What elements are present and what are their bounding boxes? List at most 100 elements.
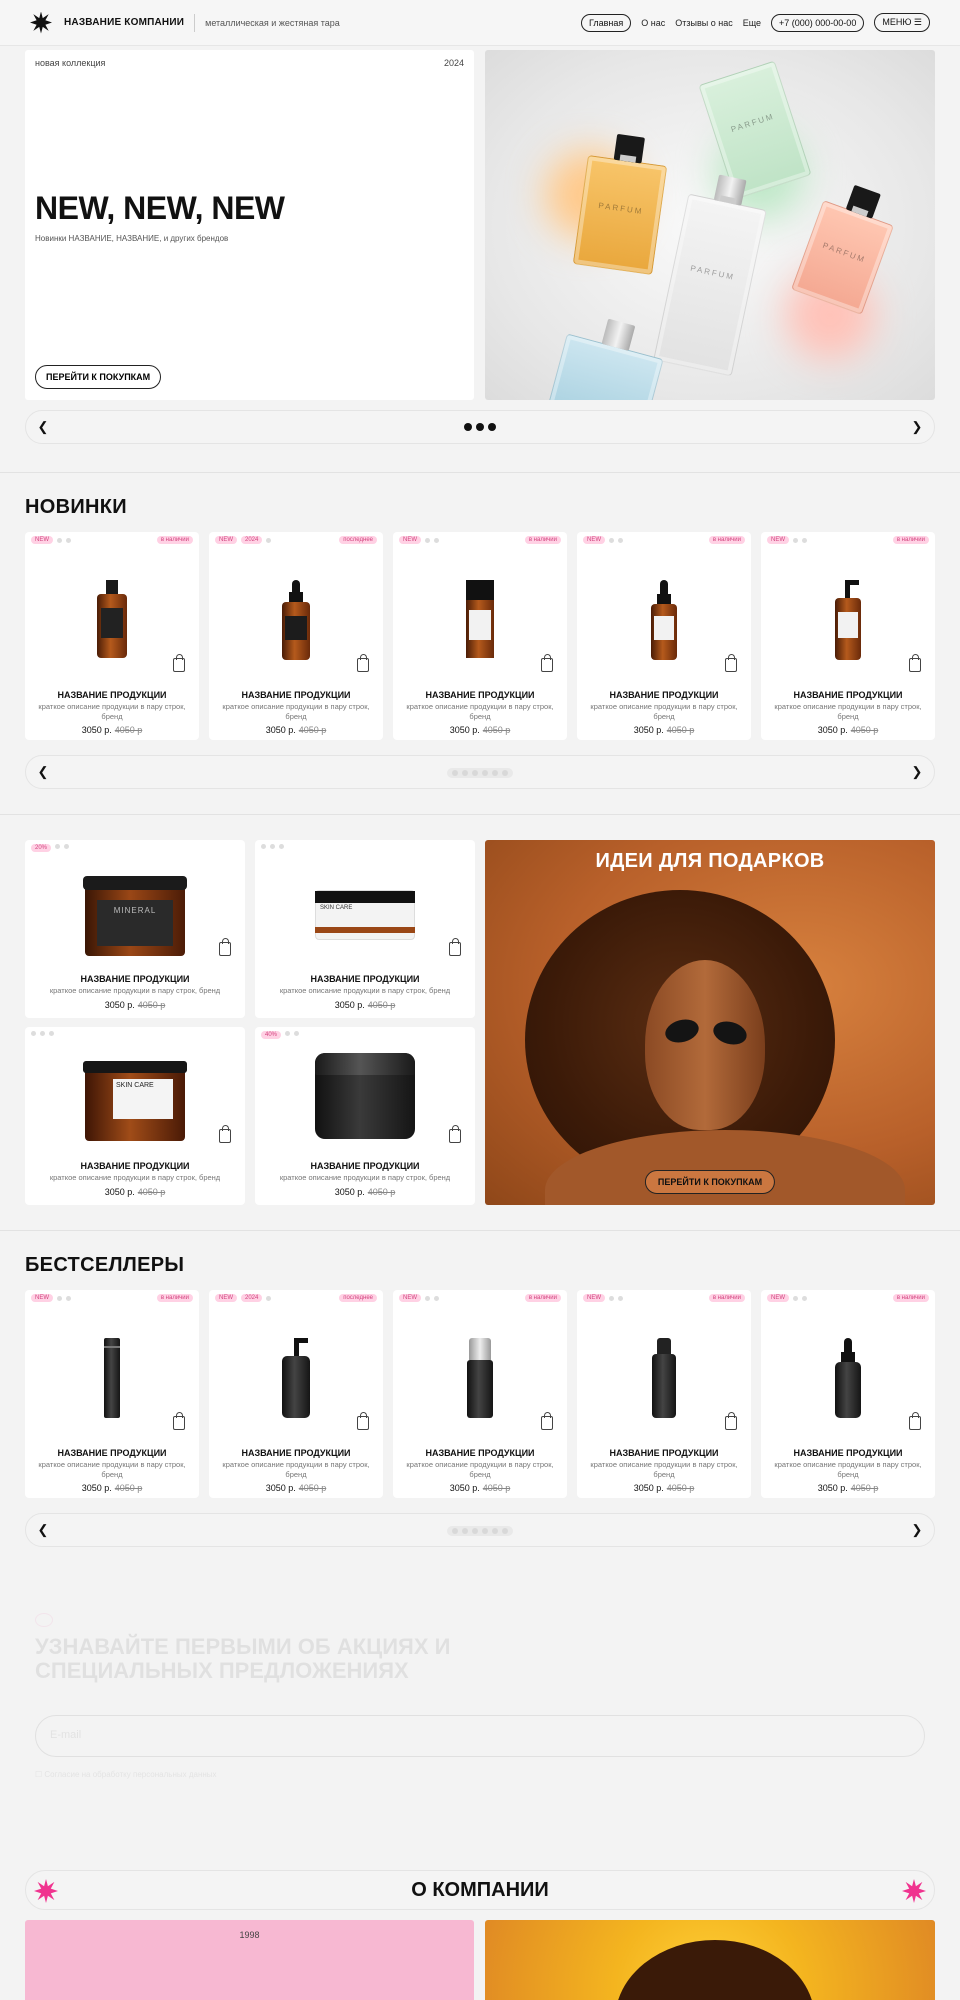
product-card[interactable]: NEW в наличии НАЗВАНИЕ ПРОДУКЦИИ краткое… bbox=[761, 532, 935, 740]
product-card[interactable]: NEW в наличии НАЗВАНИЕ ПРОДУКЦИИ краткое… bbox=[25, 1290, 199, 1498]
pagination-dot[interactable] bbox=[482, 770, 488, 776]
product-price: 3050 р. 4050 р bbox=[633, 1483, 695, 1493]
email-at-icon bbox=[35, 1613, 53, 1627]
product-description: краткое описание продукции в пару строк,… bbox=[49, 986, 221, 995]
site-header: НАЗВАНИЕ КОМПАНИИ металлическая и жестян… bbox=[0, 0, 960, 46]
nav-reviews[interactable]: Отзывы о нас bbox=[675, 18, 732, 28]
pagination-dot[interactable] bbox=[502, 770, 508, 776]
cart-bag-icon[interactable] bbox=[909, 654, 921, 672]
new-badge: NEW bbox=[583, 1294, 605, 1302]
product-name[interactable]: НАЗВАНИЕ ПРОДУКЦИИ bbox=[255, 1161, 475, 1171]
product-card[interactable]: NEW в наличии НАЗВАНИЕ ПРОДУКЦИИ краткое… bbox=[577, 532, 751, 740]
stock-badge: в наличии bbox=[892, 1294, 929, 1302]
pagination-dot[interactable] bbox=[452, 1528, 458, 1534]
pagination-dot[interactable] bbox=[502, 1528, 508, 1534]
pagination-dot[interactable] bbox=[472, 1528, 478, 1534]
product-name[interactable]: НАЗВАНИЕ ПРОДУКЦИИ bbox=[761, 1448, 935, 1458]
gift-shop-button[interactable]: ПЕРЕЙТИ К ПОКУПКАМ bbox=[644, 1170, 776, 1194]
pagination-dot[interactable] bbox=[482, 1528, 488, 1534]
consent-checkbox[interactable]: ☐ Согласие на обработку персональных дан… bbox=[35, 1770, 217, 1779]
pagination-dot[interactable] bbox=[488, 423, 496, 431]
product-price: 3050 р. 4050 р bbox=[449, 725, 511, 735]
pagination-dot[interactable] bbox=[472, 770, 478, 776]
cart-bag-icon[interactable] bbox=[219, 938, 231, 956]
pagination-dot[interactable] bbox=[452, 770, 458, 776]
product-image: MINERAL bbox=[83, 876, 187, 956]
product-card[interactable]: NEW в наличии НАЗВАНИЕ ПРОДУКЦИИ краткое… bbox=[393, 1290, 567, 1498]
pagination-dot[interactable] bbox=[462, 770, 468, 776]
product-price: 3050 р. 4050 р bbox=[265, 1483, 327, 1493]
gift-ideas-banner[interactable]: ИДЕИ ДЛЯ ПОДАРКОВ ПЕРЕЙТИ К ПОКУПКАМ bbox=[485, 840, 935, 1205]
company-name[interactable]: НАЗВАНИЕ КОМПАНИИ bbox=[64, 17, 184, 28]
cart-bag-icon[interactable] bbox=[357, 654, 369, 672]
model-hair bbox=[615, 1940, 815, 2000]
cart-bag-icon[interactable] bbox=[173, 1412, 185, 1430]
pagination-dot[interactable] bbox=[492, 770, 498, 776]
hero-shop-button[interactable]: ПЕРЕЙТИ К ПОКУПКАМ bbox=[35, 365, 162, 389]
pagination-dot[interactable] bbox=[476, 423, 484, 431]
product-name[interactable]: НАЗВАНИЕ ПРОДУКЦИИ bbox=[209, 690, 383, 700]
nav-more[interactable]: Еще bbox=[743, 18, 761, 28]
new-badge: NEW bbox=[767, 536, 789, 544]
gift-product-card[interactable]: SKIN CARE НАЗВАНИЕ ПРОДУКЦИИ краткое опи… bbox=[255, 840, 475, 1018]
old-price: 4050 р bbox=[298, 1483, 327, 1493]
phone-button[interactable]: +7 (000) 000-00-00 bbox=[771, 13, 865, 32]
product-image: SKIN CARE bbox=[83, 1061, 187, 1141]
product-image bbox=[282, 580, 310, 660]
product-description: краткое описание продукции в пару строк,… bbox=[38, 702, 186, 721]
product-name[interactable]: НАЗВАНИЕ ПРОДУКЦИИ bbox=[761, 690, 935, 700]
cart-bag-icon[interactable] bbox=[541, 1412, 553, 1430]
nav-home[interactable]: Главная bbox=[581, 13, 632, 32]
cart-bag-icon[interactable] bbox=[725, 1412, 737, 1430]
cart-bag-icon[interactable] bbox=[173, 654, 185, 672]
cart-bag-icon[interactable] bbox=[357, 1412, 369, 1430]
prev-arrow-icon[interactable]: ❮ bbox=[34, 763, 52, 781]
new-badge: NEW bbox=[767, 1294, 789, 1302]
cart-bag-icon[interactable] bbox=[219, 1125, 231, 1143]
product-card[interactable]: NEW в наличии НАЗВАНИЕ ПРОДУКЦИИ краткое… bbox=[393, 532, 567, 740]
next-arrow-icon[interactable]: ❯ bbox=[908, 418, 926, 436]
cart-bag-icon[interactable] bbox=[541, 654, 553, 672]
product-name[interactable]: НАЗВАНИЕ ПРОДУКЦИИ bbox=[209, 1448, 383, 1458]
hero-title: NEW, NEW, NEW bbox=[35, 190, 285, 226]
product-description: краткое описание продукции в пару строк,… bbox=[49, 1173, 221, 1182]
product-name[interactable]: НАЗВАНИЕ ПРОДУКЦИИ bbox=[577, 690, 751, 700]
product-name[interactable]: НАЗВАНИЕ ПРОДУКЦИИ bbox=[25, 690, 199, 700]
product-image bbox=[104, 1338, 120, 1418]
next-arrow-icon[interactable]: ❯ bbox=[908, 763, 926, 781]
product-name[interactable]: НАЗВАНИЕ ПРОДУКЦИИ bbox=[25, 1448, 199, 1458]
cart-bag-icon[interactable] bbox=[449, 938, 461, 956]
logo-icon[interactable] bbox=[30, 11, 52, 34]
subscribe-title: УЗНАВАЙТЕ ПЕРВЫМИ ОБ АКЦИЯХ И СПЕЦИАЛЬНЫ… bbox=[35, 1634, 451, 1683]
pagination-dot[interactable] bbox=[464, 423, 472, 431]
product-card[interactable]: NEW в наличии НАЗВАНИЕ ПРОДУКЦИИ краткое… bbox=[577, 1290, 751, 1498]
next-arrow-icon[interactable]: ❯ bbox=[908, 1521, 926, 1539]
product-name[interactable]: НАЗВАНИЕ ПРОДУКЦИИ bbox=[393, 1448, 567, 1458]
product-name[interactable]: НАЗВАНИЕ ПРОДУКЦИИ bbox=[393, 690, 567, 700]
cart-bag-icon[interactable] bbox=[909, 1412, 921, 1430]
product-card[interactable]: NEW в наличии НАЗВАНИЕ ПРОДУКЦИИ краткое… bbox=[761, 1290, 935, 1498]
header-divider bbox=[194, 13, 196, 32]
cart-bag-icon[interactable] bbox=[449, 1125, 461, 1143]
product-card[interactable]: NEW 2024 последнее НАЗВАНИЕ ПРОДУКЦИИ кра… bbox=[209, 1290, 383, 1498]
nav-about[interactable]: О нас bbox=[641, 18, 665, 28]
gift-product-card[interactable]: 20% MINERAL НАЗВАНИЕ ПРОДУКЦИИ краткое о… bbox=[25, 840, 245, 1018]
old-price: 4050 р bbox=[666, 725, 695, 735]
gift-product-card[interactable]: SKIN CARE НАЗВАНИЕ ПРОДУКЦИИ краткое опи… bbox=[25, 1027, 245, 1205]
product-card[interactable]: NEW в наличии НАЗВАНИЕ ПРОДУКЦИИ краткое… bbox=[25, 532, 199, 740]
product-card[interactable]: NEW 2024 последнее НАЗВАНИЕ ПРОДУКЦИИ кра… bbox=[209, 532, 383, 740]
pagination-dot[interactable] bbox=[492, 1528, 498, 1534]
pagination-dot[interactable] bbox=[462, 1528, 468, 1534]
prev-arrow-icon[interactable]: ❮ bbox=[34, 1521, 52, 1539]
product-name[interactable]: НАЗВАНИЕ ПРОДУКЦИИ bbox=[25, 1161, 245, 1171]
menu-button[interactable]: МЕНЮ ☰ bbox=[874, 13, 930, 32]
product-name[interactable]: НАЗВАНИЕ ПРОДУКЦИИ bbox=[255, 974, 475, 984]
email-input[interactable]: E-mail bbox=[35, 1715, 925, 1757]
prev-arrow-icon[interactable]: ❮ bbox=[34, 418, 52, 436]
product-description: краткое описание продукции в пару строк,… bbox=[222, 1460, 370, 1479]
cart-bag-icon[interactable] bbox=[725, 654, 737, 672]
product-description: краткое описание продукции в пару строк,… bbox=[406, 702, 554, 721]
gift-product-card[interactable]: 40% НАЗВАНИЕ ПРОДУКЦИИ краткое описание … bbox=[255, 1027, 475, 1205]
product-name[interactable]: НАЗВАНИЕ ПРОДУКЦИИ bbox=[25, 974, 245, 984]
product-name[interactable]: НАЗВАНИЕ ПРОДУКЦИИ bbox=[577, 1448, 751, 1458]
